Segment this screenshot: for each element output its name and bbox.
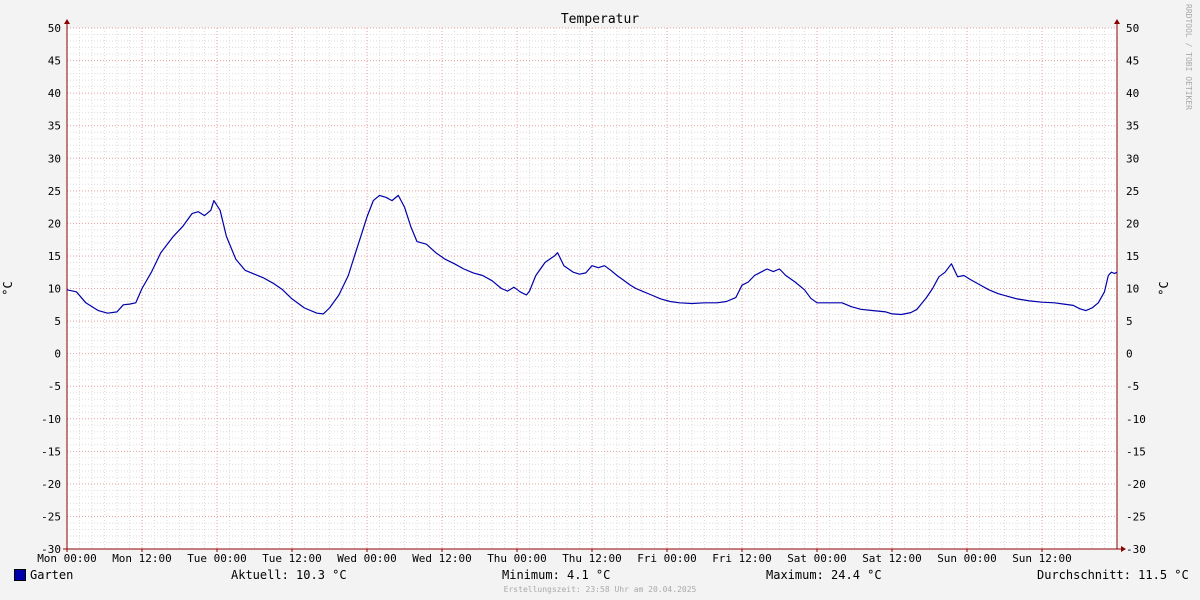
y-tick-label-right: -10: [1126, 413, 1146, 426]
y-tick-label-left: -10: [41, 413, 61, 426]
stat-current: Aktuell: 10.3 °C: [231, 568, 347, 582]
stat-maximum: Maximum: 24.4 °C: [766, 568, 882, 582]
x-tick-label: Fri 00:00: [637, 552, 697, 565]
x-tick-label: Wed 12:00: [412, 552, 472, 565]
y-tick-label-right: 25: [1126, 185, 1139, 198]
y-tick-label-right: 5: [1126, 315, 1133, 328]
x-tick-label: Fri 12:00: [712, 552, 772, 565]
creation-time: Erstellungszeit: 23:58 Uhr am 20.04.2025: [503, 585, 697, 594]
graph-window: -30 -30 -25 -25 -20 -20 -15 -15 -10 -10 -5 -5 0 0 5 5 10…: [0, 0, 1200, 600]
stat-average: Durchschnitt: 11.5 °C: [1037, 568, 1189, 582]
y-tick-label-right: 50: [1126, 22, 1139, 35]
x-tick-label: Wed 00:00: [337, 552, 397, 565]
y-tick-label-left: 10: [48, 283, 61, 296]
left-axis-arrow: [64, 19, 70, 24]
y-tick-label-left: 30: [48, 152, 61, 165]
y-tick-label-left: 15: [48, 250, 61, 263]
y-tick-label-right: 15: [1126, 250, 1139, 263]
y-tick-label-left: 50: [48, 22, 61, 35]
y-tick-label-left: -20: [41, 478, 61, 491]
y-tick-label-right: 30: [1126, 152, 1139, 165]
x-tick-label: Sat 00:00: [787, 552, 847, 565]
y-tick-label-right: 10: [1126, 283, 1139, 296]
x-tick-label: Tue 12:00: [262, 552, 322, 565]
y-tick-label-left: 5: [54, 315, 61, 328]
y-tick-label-right: 40: [1126, 87, 1139, 100]
y-tick-label-left: 20: [48, 217, 61, 230]
y-tick-label-left: 35: [48, 120, 61, 133]
stat-minimum: Minimum: 4.1 °C: [502, 568, 611, 582]
y-tick-label-left: -5: [48, 380, 61, 393]
y-tick-label-right: 0: [1126, 348, 1133, 361]
right-axis-arrow: [1114, 19, 1120, 24]
x-tick-label: Thu 12:00: [562, 552, 622, 565]
y-tick-label-right: -5: [1126, 380, 1139, 393]
y-tick-label-left: 0: [54, 348, 61, 361]
y-axis-label-left: °C: [1, 281, 15, 295]
y-tick-label-left: 45: [48, 55, 61, 68]
y-tick-label-left: -25: [41, 510, 61, 523]
y-axis-label-right: °C: [1157, 281, 1171, 295]
rrdtool-watermark: RRDTOOL / TOBI OETIKER: [1184, 4, 1193, 110]
x-tick-label: Tue 00:00: [187, 552, 247, 565]
y-tick-label-right: 20: [1126, 217, 1139, 230]
y-tick-label-right: -20: [1126, 478, 1146, 491]
legend-swatch-garten: [14, 569, 26, 581]
temperature-chart: -30 -30-25 -25-20 -20-15 -15-10 -10-5 -50 05 510…: [1, 12, 1171, 565]
x-tick-label: Thu 00:00: [487, 552, 547, 565]
chart-title: Temperatur: [561, 12, 639, 27]
y-tick-label-right: -15: [1126, 445, 1146, 458]
x-tick-label: Sat 12:00: [862, 552, 922, 565]
legend-label-garten: Garten: [30, 568, 74, 582]
x-tick-label: Sun 00:00: [937, 552, 997, 565]
y-tick-label-left: -15: [41, 445, 61, 458]
x-tick-label: Mon 12:00: [112, 552, 172, 565]
y-tick-label-right: 45: [1126, 55, 1139, 68]
y-tick-label-right: 35: [1126, 120, 1139, 133]
y-tick-label-left: 40: [48, 87, 61, 100]
x-tick-label: Mon 00:00: [37, 552, 97, 565]
y-tick-label-right: -25: [1126, 510, 1146, 523]
y-tick-label-right: -30: [1126, 543, 1146, 556]
x-tick-label: Sun 12:00: [1012, 552, 1072, 565]
y-tick-label-left: 25: [48, 185, 61, 198]
